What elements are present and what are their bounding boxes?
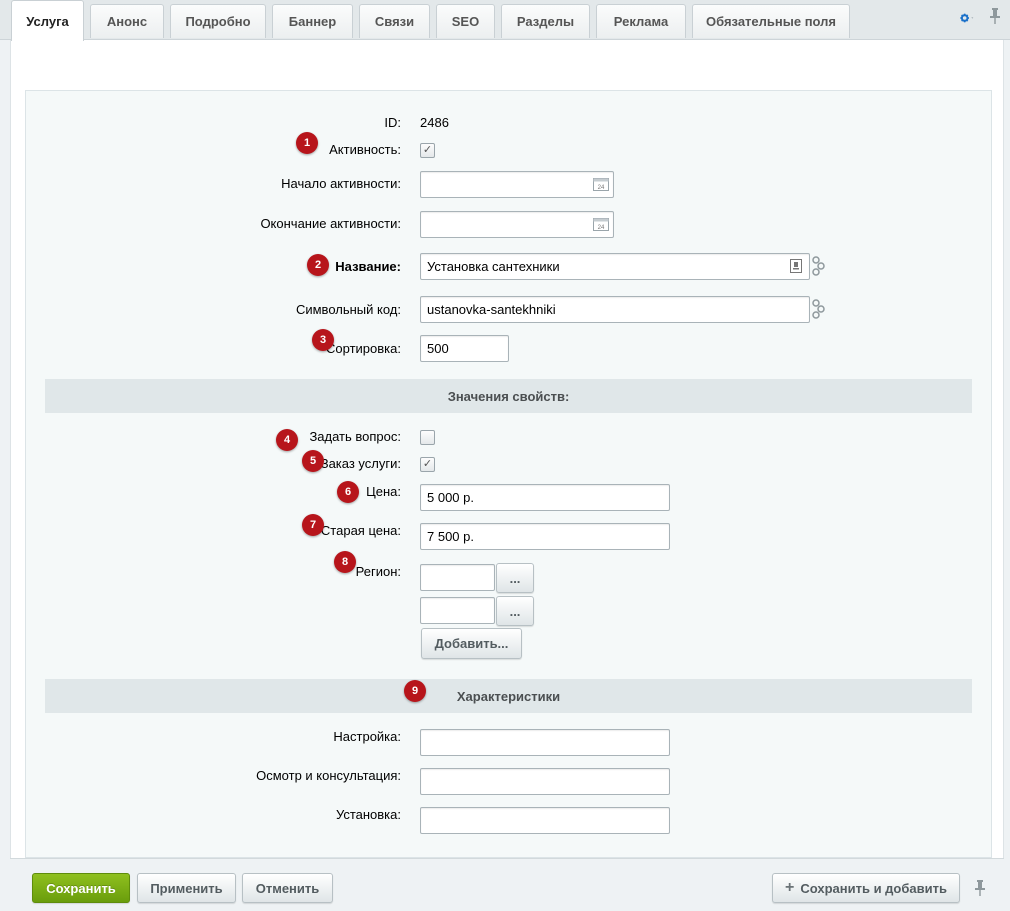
region-input-1[interactable] (420, 564, 495, 591)
active-to-row: Окончание активности: 24 (26, 211, 991, 239)
section-title: Характеристики (456, 688, 561, 704)
add-region-button[interactable]: Добавить... (421, 628, 522, 659)
ask-question-checkbox[interactable] (420, 430, 435, 445)
tab-sections[interactable]: Разделы (501, 4, 590, 38)
calendar-icon[interactable]: 24 (593, 217, 609, 231)
link-translit-icon[interactable] (812, 298, 826, 320)
tab-banner[interactable]: Баннер (272, 4, 353, 38)
annotation-badge: 2 (307, 254, 329, 276)
tab-service[interactable]: Услуга (11, 0, 84, 41)
sort-label: Сортировка: (326, 341, 401, 356)
tab-bar: Услуга Анонс Подробно Баннер Связи SEO Р… (0, 0, 1010, 41)
active-from-label: Начало активности: (281, 176, 401, 191)
setup-input[interactable] (420, 729, 670, 756)
annotation-badge: 1 (296, 132, 318, 154)
consultation-label: Осмотр и консультация: (256, 768, 401, 783)
save-button[interactable]: Сохранить (32, 873, 130, 903)
multilang-input-icon[interactable] (790, 259, 802, 273)
setup-row: Настройка: (26, 729, 991, 757)
installation-input[interactable] (420, 807, 670, 834)
active-row: Активность: ✓ (26, 142, 991, 170)
active-to-input[interactable] (420, 211, 614, 238)
tab-advertising[interactable]: Реклама (596, 4, 686, 38)
cancel-button[interactable]: Отменить (242, 873, 333, 903)
consultation-input[interactable] (420, 768, 670, 795)
section-title: Значения свойств: (447, 388, 570, 404)
region-browse-button[interactable]: ... (496, 596, 534, 626)
active-label: Активность: (329, 142, 401, 157)
sort-input[interactable] (420, 335, 509, 362)
footer-toolbar: Сохранить Применить Отменить + Сохранить… (10, 858, 1004, 911)
tab-required-fields[interactable]: Обязательные поля (692, 4, 850, 38)
order-checkbox[interactable]: ✓ (420, 457, 435, 472)
save-and-add-button[interactable]: + Сохранить и добавить (772, 873, 960, 903)
svg-text:24: 24 (598, 225, 605, 231)
annotation-badge: 3 (312, 329, 334, 351)
plus-icon: + (785, 879, 795, 896)
old-price-row: Старая цена: (26, 523, 991, 551)
link-translit-icon[interactable] (812, 255, 826, 277)
code-label: Символьный код: (295, 302, 401, 317)
settings-gear-icon[interactable] (960, 10, 976, 26)
code-row: Символьный код: (26, 296, 991, 324)
old-price-input[interactable] (420, 523, 670, 550)
pin-icon[interactable] (990, 8, 1000, 27)
annotation-badge: 8 (334, 551, 356, 573)
setup-label: Настройка: (333, 729, 401, 744)
apply-button[interactable]: Применить (137, 873, 236, 903)
annotation-badge: 4 (276, 429, 298, 451)
active-checkbox[interactable]: ✓ (420, 143, 435, 158)
tab-announce[interactable]: Анонс (90, 4, 164, 38)
name-row: Название: (26, 253, 991, 281)
ask-question-row: Задать вопрос: (26, 429, 991, 457)
consultation-row: Осмотр и консультация: (26, 768, 991, 796)
active-to-label: Окончание активности: (260, 216, 401, 231)
edit-form: ID: 2486 1 Активность: ✓ Начало активнос… (25, 90, 992, 858)
code-input[interactable] (420, 296, 810, 323)
annotation-badge: 5 (302, 450, 324, 472)
sort-row: Сортировка: (26, 335, 991, 363)
tab-details[interactable]: Подробно (170, 4, 266, 38)
name-label: Название: (335, 259, 401, 274)
old-price-label: Старая цена: (320, 523, 401, 538)
annotation-badge: 9 (404, 680, 426, 702)
section-header-characteristics: Характеристики (45, 679, 972, 713)
id-value: 2486 (420, 115, 449, 130)
ask-question-label: Задать вопрос: (309, 429, 401, 444)
annotation-badge: 7 (302, 514, 324, 536)
annotation-badge: 6 (337, 481, 359, 503)
section-header-properties: Значения свойств: (45, 379, 972, 413)
svg-text:24: 24 (598, 185, 605, 191)
region-input-2[interactable] (420, 597, 495, 624)
tab-tools (960, 8, 1000, 27)
price-row: Цена: (26, 484, 991, 512)
region-row: Регион: ... ... Добавить... (26, 563, 991, 664)
installation-row: Установка: (26, 807, 991, 835)
main-panel: ID: 2486 1 Активность: ✓ Начало активнос… (10, 40, 1004, 858)
region-browse-button[interactable]: ... (496, 563, 534, 593)
order-row: Заказ услуги: ✓ (26, 456, 991, 484)
installation-label: Установка: (335, 807, 401, 822)
tab-links[interactable]: Связи (359, 4, 430, 38)
calendar-icon[interactable]: 24 (593, 177, 609, 191)
save-and-add-label: Сохранить и добавить (800, 880, 947, 896)
tab-seo[interactable]: SEO (436, 4, 495, 38)
name-input[interactable] (420, 253, 810, 280)
pin-icon[interactable] (975, 880, 985, 899)
id-row: ID: 2486 (26, 115, 991, 143)
order-label: Заказ услуги: (320, 456, 401, 471)
id-label: ID: (384, 115, 401, 130)
active-from-row: Начало активности: 24 (26, 171, 991, 199)
active-from-input[interactable] (420, 171, 614, 198)
price-input[interactable] (420, 484, 670, 511)
